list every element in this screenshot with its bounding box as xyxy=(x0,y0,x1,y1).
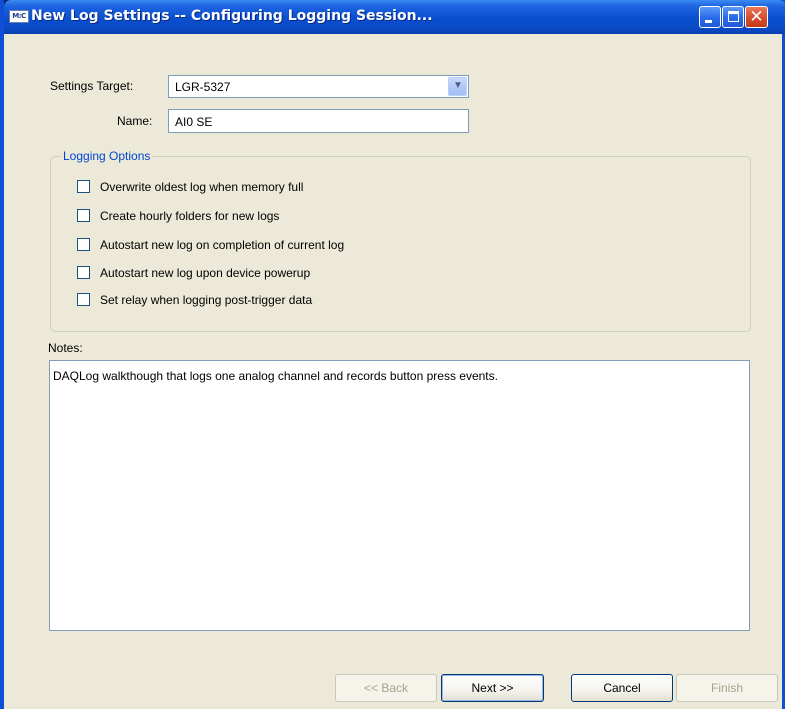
checkbox-label[interactable]: Overwrite oldest log when memory full xyxy=(100,180,303,194)
minimize-button[interactable] xyxy=(699,6,721,28)
checkbox[interactable] xyxy=(77,180,90,193)
app-icon: M:C xyxy=(9,10,29,23)
settings-target-select[interactable]: LGR-5327 ▼ xyxy=(168,75,469,98)
name-input[interactable]: AI0 SE xyxy=(168,109,469,133)
minimize-icon xyxy=(705,20,712,23)
maximize-button[interactable] xyxy=(722,6,744,28)
settings-target-value: LGR-5327 xyxy=(175,80,231,94)
cancel-button[interactable]: Cancel xyxy=(571,674,673,702)
checkbox[interactable] xyxy=(77,238,90,251)
maximize-icon xyxy=(728,11,739,22)
name-label: Name: xyxy=(117,114,153,128)
checkbox-label[interactable]: Autostart new log upon device powerup xyxy=(100,266,310,280)
checkbox-label[interactable]: Set relay when logging post-trigger data xyxy=(100,293,312,307)
checkbox[interactable] xyxy=(77,209,90,222)
name-value: AI0 SE xyxy=(175,115,213,129)
close-icon: ✕ xyxy=(749,7,764,27)
close-button[interactable]: ✕ xyxy=(745,6,768,28)
title-bar[interactable]: M:C New Log Settings -- Configuring Logg… xyxy=(4,0,785,34)
notes-text: DAQLog walkthough that logs one analog c… xyxy=(53,369,498,383)
checkbox-label[interactable]: Autostart new log on completion of curre… xyxy=(100,238,344,252)
checkbox[interactable] xyxy=(77,266,90,279)
checkbox[interactable] xyxy=(77,293,90,306)
settings-target-label: Settings Target: xyxy=(50,79,134,93)
notes-textarea[interactable]: DAQLog walkthough that logs one analog c… xyxy=(49,360,750,631)
next-button[interactable]: Next >> xyxy=(441,674,544,702)
notes-label: Notes: xyxy=(48,341,83,355)
chevron-down-icon: ▼ xyxy=(453,80,463,91)
window-title: New Log Settings -- Configuring Logging … xyxy=(31,8,433,24)
logging-options-title: Logging Options xyxy=(61,149,153,163)
dropdown-button[interactable]: ▼ xyxy=(448,77,467,96)
back-button[interactable]: << Back xyxy=(335,674,437,702)
checkbox-label[interactable]: Create hourly folders for new logs xyxy=(100,209,279,223)
finish-button[interactable]: Finish xyxy=(676,674,778,702)
